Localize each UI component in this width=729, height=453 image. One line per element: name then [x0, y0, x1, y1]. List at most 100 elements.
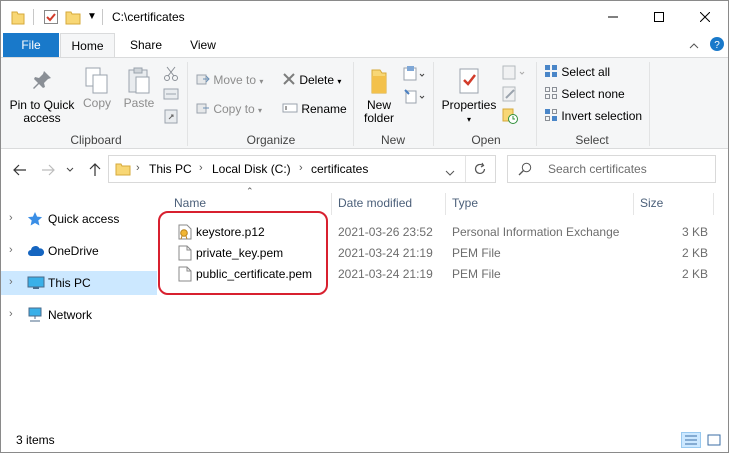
tab-file[interactable]: File	[3, 33, 59, 57]
computer-icon	[27, 275, 45, 294]
copy-button[interactable]: Copy	[79, 66, 115, 112]
nav-item-onedrive[interactable]: › OneDrive	[1, 239, 157, 263]
expand-chevron-icon[interactable]: ›	[9, 276, 13, 288]
forward-button[interactable]	[38, 160, 58, 180]
address-bar[interactable]: › This PC › Local Disk (C:) › certificat…	[108, 155, 496, 183]
ribbon-collapse-icon[interactable]	[689, 39, 699, 53]
copy-path-icon[interactable]	[163, 87, 179, 104]
select-all-icon	[545, 65, 557, 77]
column-header-type[interactable]: Type	[452, 190, 478, 216]
back-button[interactable]	[10, 160, 30, 180]
select-all-label: Select all	[561, 65, 611, 79]
minimize-button[interactable]	[590, 1, 636, 33]
breadcrumb-chevron-icon[interactable]: ›	[199, 162, 203, 174]
highlight-outline	[158, 211, 328, 295]
properties-quick-icon[interactable]	[43, 9, 59, 28]
move-to-button[interactable]: Move to ▾	[196, 70, 263, 90]
details-view-button[interactable]	[681, 432, 701, 448]
expand-chevron-icon[interactable]: ›	[9, 308, 13, 320]
large-icons-view-button[interactable]	[704, 432, 724, 448]
file-list: ⌃ Name Date modified Type Size keystore.…	[158, 186, 728, 426]
expand-chevron-icon[interactable]: ›	[9, 212, 13, 224]
recent-locations-button[interactable]	[63, 160, 77, 180]
customize-toolbar-chevron-icon[interactable]: ▼	[87, 11, 97, 22]
new-item-icon[interactable]	[403, 66, 425, 87]
file-date: 2021-03-24 21:19	[338, 246, 433, 260]
address-divider	[465, 156, 466, 182]
details-view-icon	[685, 435, 697, 445]
file-type: PEM File	[452, 267, 501, 281]
search-box[interactable]: Search certificates	[507, 155, 716, 183]
maximize-button[interactable]	[636, 1, 682, 33]
breadcrumb-this-pc[interactable]: This PC	[149, 162, 192, 176]
nav-item-this-pc[interactable]: › This PC	[1, 271, 157, 295]
address-dropdown-icon[interactable]	[445, 165, 455, 179]
delete-button[interactable]: Delete ▾	[282, 70, 341, 90]
tab-view[interactable]: View	[177, 33, 229, 57]
new-folder-quick-icon[interactable]	[65, 9, 81, 28]
file-size: 2 KB	[682, 246, 709, 260]
column-divider[interactable]	[633, 193, 634, 215]
maximize-icon	[654, 12, 664, 22]
nav-label: OneDrive	[48, 244, 99, 258]
file-date: 2021-03-24 21:19	[338, 267, 433, 281]
rename-label: Rename	[301, 102, 347, 116]
paste-button[interactable]: Paste	[119, 66, 159, 112]
pin-to-quick-access-button[interactable]: Pin to Quick access	[7, 68, 77, 125]
navigation-pane: › Quick access › OneDrive › This PC › Ne…	[1, 190, 157, 426]
title-divider	[33, 9, 34, 25]
expand-chevron-icon[interactable]: ›	[9, 244, 13, 256]
breadcrumb-chevron-icon[interactable]: ›	[299, 162, 303, 174]
breadcrumb-chevron-icon[interactable]: ›	[136, 162, 140, 174]
pin-label-1: Pin to Quick	[9, 98, 75, 112]
minimize-icon	[608, 16, 618, 18]
move-icon	[196, 74, 210, 85]
file-explorer-window: ▼ C:\certificates File Home Share View ?…	[0, 0, 729, 453]
copy-to-button[interactable]: Copy to ▾	[196, 99, 262, 119]
column-header-size[interactable]: Size	[640, 190, 663, 216]
properties-button[interactable]: Properties ▾	[439, 66, 499, 126]
help-icon[interactable]: ?	[710, 37, 724, 54]
breadcrumb-certificates[interactable]: certificates	[311, 162, 368, 176]
file-type: PEM File	[452, 246, 501, 260]
open-icon[interactable]	[502, 65, 526, 84]
new-folder-button[interactable]: New folder	[359, 66, 399, 125]
move-to-label: Move to	[213, 73, 257, 87]
breadcrumb-local-disk[interactable]: Local Disk (C:)	[212, 162, 291, 176]
file-type: Personal Information Exchange	[452, 225, 620, 239]
pin-label-2: access	[23, 111, 61, 125]
column-divider[interactable]	[445, 193, 446, 215]
new-folder-icon	[371, 69, 387, 94]
back-arrow-icon	[13, 164, 26, 176]
select-all-button[interactable]: Select all	[544, 62, 610, 82]
select-none-button[interactable]: Select none	[544, 84, 625, 104]
edit-icon[interactable]	[502, 86, 518, 105]
chevron-down-icon	[66, 167, 74, 172]
up-button[interactable]	[85, 160, 105, 180]
ribbon-home: Pin to Quick access Copy Paste Clipboard…	[1, 57, 728, 149]
nav-label: Network	[48, 308, 93, 322]
tab-home[interactable]: Home	[60, 33, 115, 58]
easy-access-icon[interactable]	[403, 88, 425, 109]
sort-ascending-icon: ⌃	[246, 186, 254, 196]
paste-shortcut-icon[interactable]	[163, 108, 179, 127]
star-icon	[27, 211, 43, 230]
history-icon[interactable]	[502, 108, 518, 127]
nav-item-quick-access[interactable]: › Quick access	[1, 207, 157, 231]
ribbon-tabs: File Home Share View ?	[1, 33, 728, 58]
properties-icon	[459, 68, 479, 94]
close-button[interactable]	[682, 1, 728, 33]
cut-icon[interactable]	[163, 66, 179, 85]
refresh-icon[interactable]	[473, 162, 487, 179]
column-divider[interactable]	[713, 193, 714, 215]
folder-icon	[115, 162, 131, 179]
nav-item-network[interactable]: › Network	[1, 303, 157, 327]
column-divider[interactable]	[331, 193, 332, 215]
invert-selection-button[interactable]: Invert selection	[544, 106, 642, 126]
tab-share[interactable]: Share	[118, 33, 174, 57]
forward-arrow-icon	[42, 164, 55, 176]
rename-button[interactable]: Rename	[282, 99, 347, 119]
select-none-label: Select none	[561, 87, 625, 101]
column-header-date-modified[interactable]: Date modified	[338, 190, 412, 216]
new-group-label: New	[380, 133, 405, 147]
